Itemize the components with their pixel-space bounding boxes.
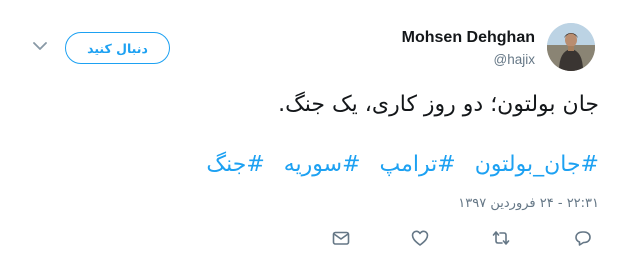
retweet-icon[interactable] [491, 228, 511, 248]
avatar[interactable] [547, 23, 595, 71]
reply-icon[interactable] [573, 228, 593, 248]
hashtag-link[interactable]: #جان_بولتون [475, 152, 599, 177]
envelope-icon[interactable] [331, 228, 351, 248]
hashtag-link[interactable]: #جنگ [206, 152, 264, 177]
tweet-card: دنبال کنید Mohsen Dehghan @hajix جان بول… [0, 0, 627, 270]
tweet-timestamp[interactable]: ۲۲:۳۱ - ۲۴ فروردین ۱۳۹۷ [458, 196, 599, 211]
hashtag-list: #جان_بولتون #ترامپ #سوریه #جنگ [39, 148, 599, 182]
author-name[interactable]: Mohsen Dehghan [402, 29, 535, 47]
heart-icon[interactable] [410, 228, 430, 248]
chevron-down-icon[interactable] [33, 41, 47, 51]
tweet-text: جان بولتون؛ دو روز کاری، یک جنگ. [278, 92, 599, 117]
action-bar [0, 228, 627, 250]
hashtag-link[interactable]: #ترامپ [380, 152, 456, 177]
hashtag-link[interactable]: #سوریه [284, 152, 361, 177]
follow-button[interactable]: دنبال کنید [65, 32, 170, 64]
author-handle[interactable]: @hajix [494, 52, 535, 67]
